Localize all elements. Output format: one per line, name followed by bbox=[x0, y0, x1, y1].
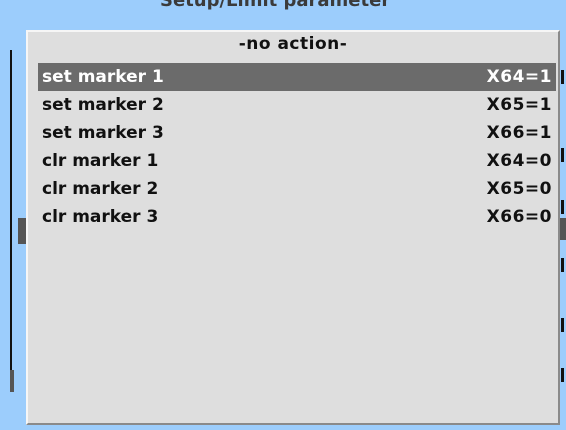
list-item-code: X66=1 bbox=[486, 123, 552, 143]
list-item-label: clr marker 3 bbox=[42, 207, 159, 227]
background-left-marker bbox=[18, 218, 26, 244]
list-item-code: X65=0 bbox=[486, 179, 552, 199]
popup-title[interactable]: -no action- bbox=[28, 34, 558, 54]
list-item-set-marker-1[interactable]: set marker 1 X64=1 bbox=[38, 63, 556, 91]
background-right-tick bbox=[561, 70, 564, 84]
list-item-clr-marker-3[interactable]: clr marker 3 X66=0 bbox=[38, 203, 556, 231]
list-item-label: set marker 1 bbox=[42, 67, 164, 87]
background-left-marker-small bbox=[10, 370, 14, 392]
list-item-set-marker-3[interactable]: set marker 3 X66=1 bbox=[38, 119, 556, 147]
background-right-tick bbox=[561, 258, 564, 272]
list-item-code: X64=1 bbox=[486, 67, 552, 87]
list-item-clr-marker-2[interactable]: clr marker 2 X65=0 bbox=[38, 175, 556, 203]
background-right-tick bbox=[561, 200, 564, 214]
background-left-border bbox=[10, 50, 12, 380]
list-item-clr-marker-1[interactable]: clr marker 1 X64=0 bbox=[38, 147, 556, 175]
action-select-popup: -no action- set marker 1 X64=1 set marke… bbox=[26, 30, 560, 425]
background-right-marker bbox=[560, 218, 566, 240]
list-item-label: set marker 2 bbox=[42, 95, 164, 115]
action-list: set marker 1 X64=1 set marker 2 X65=1 se… bbox=[38, 63, 556, 231]
list-item-label: clr marker 1 bbox=[42, 151, 159, 171]
list-item-set-marker-2[interactable]: set marker 2 X65=1 bbox=[38, 91, 556, 119]
list-item-code: X64=0 bbox=[486, 151, 552, 171]
list-item-code: X65=1 bbox=[486, 95, 552, 115]
background-right-tick bbox=[561, 148, 564, 162]
background-right-tick bbox=[561, 318, 564, 332]
background-window-title: Setup/Limit parameter bbox=[160, 0, 391, 11]
list-item-label: set marker 3 bbox=[42, 123, 164, 143]
background-right-tick bbox=[561, 368, 564, 382]
list-item-code: X66=0 bbox=[486, 207, 552, 227]
list-item-label: clr marker 2 bbox=[42, 179, 159, 199]
